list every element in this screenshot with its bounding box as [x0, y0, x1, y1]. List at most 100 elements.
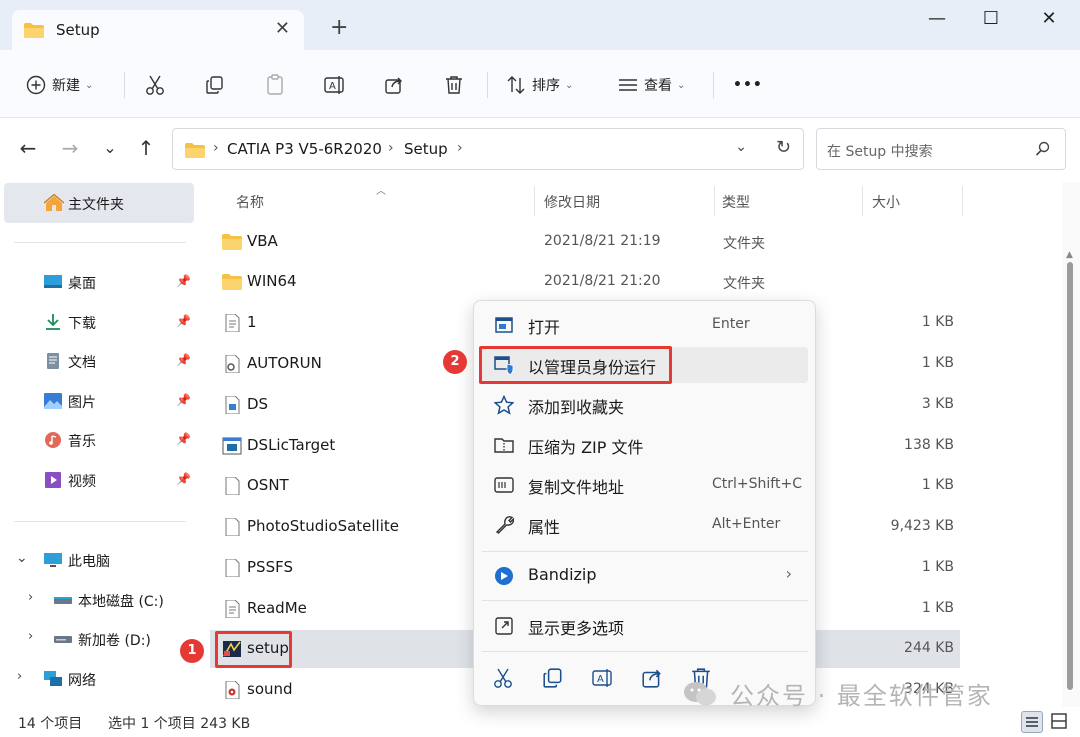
- menu-item-open[interactable]: 打开 Enter: [482, 307, 808, 343]
- column-header-date[interactable]: 修改日期: [544, 192, 600, 212]
- more-options-button[interactable]: •••: [733, 70, 763, 100]
- up-arrow-icon[interactable]: ↑: [134, 136, 158, 160]
- zip-folder-icon: [494, 438, 514, 453]
- rename-button[interactable]: A: [592, 667, 614, 689]
- file-name: DS: [247, 395, 269, 413]
- delete-button[interactable]: [444, 70, 464, 100]
- sidebar-item-pictures[interactable]: 图片 📌: [0, 385, 200, 417]
- maximize-icon[interactable]: ☐: [979, 8, 1003, 32]
- folder-icon: [185, 143, 205, 158]
- sidebar-item-label: 主文件夹: [68, 197, 124, 213]
- pin-icon[interactable]: 📌: [176, 472, 191, 486]
- file-row-vba[interactable]: VBA 2021/8/21 21:19 文件夹: [210, 223, 960, 261]
- column-divider[interactable]: [962, 186, 963, 216]
- search-placeholder: 在 Setup 中搜索: [827, 144, 933, 160]
- command-bar: 新建 ⌄ A 排序 ⌄ 查看 ⌄ •••: [0, 50, 1080, 118]
- plus-circle-icon: [26, 75, 46, 95]
- forward-arrow-icon[interactable]: →: [58, 136, 82, 160]
- sidebar-item-this-pc[interactable]: ⌄ 此电脑: [0, 544, 200, 576]
- paste-button[interactable]: [265, 70, 285, 100]
- rename-button[interactable]: A: [324, 70, 346, 100]
- file-row-win64[interactable]: WIN64 2021/8/21 21:20 文件夹: [210, 263, 960, 301]
- highlight-setup-file: [215, 631, 292, 668]
- menu-item-bandizip[interactable]: Bandizip ›: [482, 558, 808, 594]
- menu-item-add-favorite[interactable]: 添加到收藏夹: [482, 387, 808, 423]
- address-bar[interactable]: › CATIA P3 V5-6R2020 › Setup › ⌄ ↻: [172, 128, 804, 170]
- cut-button[interactable]: [492, 667, 514, 689]
- open-window-icon: [495, 317, 513, 333]
- breadcrumb-chevron-icon[interactable]: ›: [388, 140, 394, 156]
- view-button[interactable]: 查看 ⌄: [618, 70, 685, 100]
- new-button[interactable]: 新建 ⌄: [26, 70, 93, 100]
- new-tab-button[interactable]: +: [330, 17, 348, 39]
- refresh-icon[interactable]: ↻: [776, 137, 791, 158]
- share-button[interactable]: [384, 70, 404, 100]
- menu-item-properties[interactable]: 属性 Alt+Enter: [482, 507, 808, 543]
- sort-button[interactable]: 排序 ⌄: [506, 70, 573, 100]
- column-header-size[interactable]: 大小: [872, 192, 900, 212]
- scrollbar-thumb[interactable]: [1067, 262, 1073, 690]
- menu-item-label: 属性: [528, 518, 561, 537]
- menu-item-more-options[interactable]: 显示更多选项: [482, 608, 808, 644]
- sidebar-item-network[interactable]: › 网络: [0, 663, 200, 695]
- chevron-right-icon[interactable]: ›: [28, 590, 33, 605]
- back-arrow-icon[interactable]: ←: [16, 136, 40, 160]
- chevron-right-icon[interactable]: ›: [28, 629, 33, 644]
- menu-item-copy-path[interactable]: 复制文件地址 Ctrl+Shift+C: [482, 467, 808, 503]
- recent-chevron-icon[interactable]: ⌄: [98, 136, 122, 160]
- folder-icon: [222, 234, 242, 250]
- pin-icon[interactable]: 📌: [176, 274, 191, 288]
- sidebar-item-downloads[interactable]: 下载 📌: [0, 306, 200, 338]
- audio-file-icon: [225, 681, 240, 699]
- new-label: 新建: [52, 78, 80, 94]
- minimize-icon[interactable]: —: [925, 8, 949, 32]
- breadcrumb-setup[interactable]: Setup: [404, 140, 448, 158]
- chevron-down-icon: ⌄: [85, 79, 94, 91]
- sidebar-item-drive-d[interactable]: › 新加卷 (D:): [0, 623, 200, 655]
- home-icon: [44, 194, 64, 211]
- column-divider[interactable]: [862, 186, 863, 216]
- scroll-up-icon[interactable]: ▲: [1066, 250, 1073, 260]
- scissors-icon: [146, 75, 164, 95]
- sidebar-item-label: 图片: [68, 395, 96, 411]
- breadcrumb-catia[interactable]: CATIA P3 V5-6R2020: [227, 140, 382, 158]
- watermark-text: 公众号 · 最全软件管家: [730, 682, 993, 710]
- close-window-icon[interactable]: ✕: [1037, 8, 1061, 32]
- share-button[interactable]: [641, 667, 663, 689]
- pin-icon[interactable]: 📌: [176, 432, 191, 446]
- chevron-right-icon[interactable]: ›: [17, 669, 22, 684]
- copy-button[interactable]: [542, 667, 564, 689]
- tab-setup[interactable]: Setup ✕: [12, 10, 304, 50]
- cut-button[interactable]: [145, 70, 165, 100]
- trash-icon: [446, 76, 462, 94]
- breadcrumb-chevron-icon[interactable]: ›: [457, 140, 463, 156]
- sidebar-item-label: 音乐: [68, 434, 96, 450]
- column-header-name[interactable]: 名称: [236, 192, 264, 212]
- details-view-button[interactable]: [1021, 711, 1043, 733]
- chevron-down-icon[interactable]: ⌄: [16, 550, 28, 566]
- breadcrumb-chevron-icon[interactable]: ›: [213, 140, 219, 156]
- menu-item-label: 打开: [528, 318, 561, 337]
- tiles-view-button[interactable]: [1049, 711, 1071, 733]
- menu-item-compress-zip[interactable]: 压缩为 ZIP 文件: [482, 427, 808, 463]
- menu-item-label: 复制文件地址: [528, 478, 625, 497]
- sidebar-item-home[interactable]: 主文件夹: [4, 183, 194, 223]
- sidebar-item-documents[interactable]: 文档 📌: [0, 345, 200, 377]
- sidebar-item-desktop[interactable]: 桌面 📌: [0, 266, 200, 298]
- sidebar-item-label: 视频: [68, 474, 96, 490]
- copy-button[interactable]: [205, 70, 225, 100]
- pin-icon[interactable]: 📌: [176, 314, 191, 328]
- highlight-run-as-admin: [479, 346, 672, 384]
- divider: [713, 72, 714, 98]
- pin-icon[interactable]: 📌: [176, 393, 191, 407]
- address-dropdown-icon[interactable]: ⌄: [735, 139, 747, 155]
- sidebar-item-drive-c[interactable]: › 本地磁盘 (C:): [0, 584, 200, 616]
- column-header-type[interactable]: 类型: [722, 192, 750, 212]
- tab-close-icon[interactable]: ✕: [275, 18, 290, 39]
- sidebar-item-music[interactable]: 音乐 📌: [0, 424, 200, 456]
- search-input[interactable]: 在 Setup 中搜索: [816, 128, 1066, 170]
- column-divider[interactable]: [534, 186, 535, 216]
- column-divider[interactable]: [714, 186, 715, 216]
- sidebar-item-videos[interactable]: 视频 📌: [0, 464, 200, 496]
- pin-icon[interactable]: 📌: [176, 353, 191, 367]
